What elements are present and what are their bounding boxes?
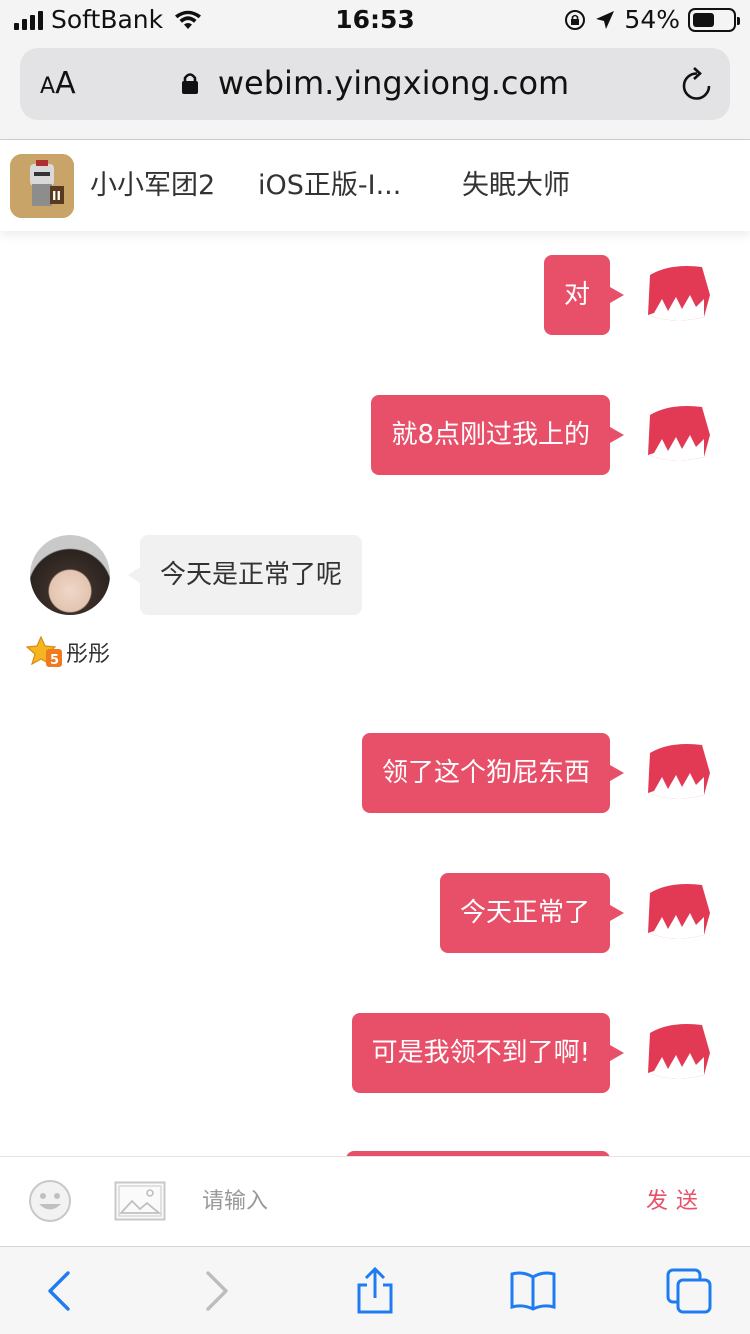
message-input[interactable]: [200, 1181, 600, 1221]
battery-cap: [737, 17, 740, 25]
chat-bubble-outgoing[interactable]: 对: [543, 255, 625, 335]
recent-item-1[interactable]: iOS正版-I...: [258, 169, 401, 203]
back-icon[interactable]: [36, 1267, 84, 1315]
monster-avatar-icon: [648, 884, 710, 939]
message-input-bar: 发送: [0, 1156, 750, 1246]
battery-fill: [693, 13, 714, 27]
status-bar: SoftBank 16:53 54%: [0, 0, 750, 40]
address-bar[interactable]: AA webim.yingxiong.com: [20, 48, 730, 120]
image-icon[interactable]: [114, 1181, 166, 1221]
chat-bubble-outgoing[interactable]: 就8点刚过我上的: [371, 395, 624, 475]
reload-icon[interactable]: [680, 66, 714, 102]
send-button[interactable]: 发送: [646, 1187, 706, 1217]
svg-text:II: II: [52, 189, 61, 203]
forward-icon[interactable]: [192, 1267, 240, 1315]
browser-toolbar: [0, 1246, 750, 1334]
url-display[interactable]: webim.yingxiong.com: [20, 64, 730, 102]
user-avatar[interactable]: [30, 535, 110, 615]
star-level-icon: 5: [26, 635, 62, 668]
recent-games-strip: II 小小军团2 iOS正版-I... 失眠大师: [0, 141, 750, 231]
chat-bubble-incoming[interactable]: 今天是正常了呢: [127, 535, 363, 615]
status-right: 54%: [564, 5, 740, 34]
monster-avatar-icon: [648, 406, 710, 461]
monster-avatar-icon: [648, 744, 710, 799]
recent-item-2[interactable]: 失眠大师: [462, 169, 570, 203]
emoji-icon[interactable]: [28, 1179, 72, 1223]
chat-bubble-outgoing[interactable]: 可是我领不到了啊!: [351, 1013, 625, 1093]
sender-tag: 5 彤彤: [26, 635, 110, 669]
sender-name: 彤彤: [66, 642, 111, 667]
level-number: 5: [50, 653, 59, 668]
battery-percent: 54%: [624, 5, 680, 34]
monster-avatar-icon: [648, 266, 710, 321]
share-icon[interactable]: [351, 1267, 399, 1315]
chat-bubble-outgoing[interactable]: 今天正常了: [439, 873, 625, 953]
monster-avatar-icon: [648, 1024, 710, 1079]
orientation-lock-icon: [565, 10, 586, 30]
lock-icon: [181, 73, 198, 94]
browser-address-area: AA webim.yingxiong.com: [0, 40, 750, 140]
url-text: webim.yingxiong.com: [217, 64, 570, 102]
battery-icon: [688, 8, 740, 32]
tabs-icon[interactable]: [665, 1267, 713, 1315]
knight-icon: II: [10, 154, 74, 218]
game-icon[interactable]: II: [10, 154, 74, 218]
location-icon: [596, 11, 615, 29]
chat-area[interactable]: 对 就8点刚过我上的 今天是正常了呢 5 彤彤 领了这个狗屁东西 今天正常了 可…: [0, 231, 750, 1156]
recent-item-0[interactable]: 小小军团2: [90, 169, 215, 203]
bookmarks-icon[interactable]: [509, 1267, 557, 1315]
chat-bubble-outgoing[interactable]: 领了这个狗屁东西: [361, 733, 625, 813]
